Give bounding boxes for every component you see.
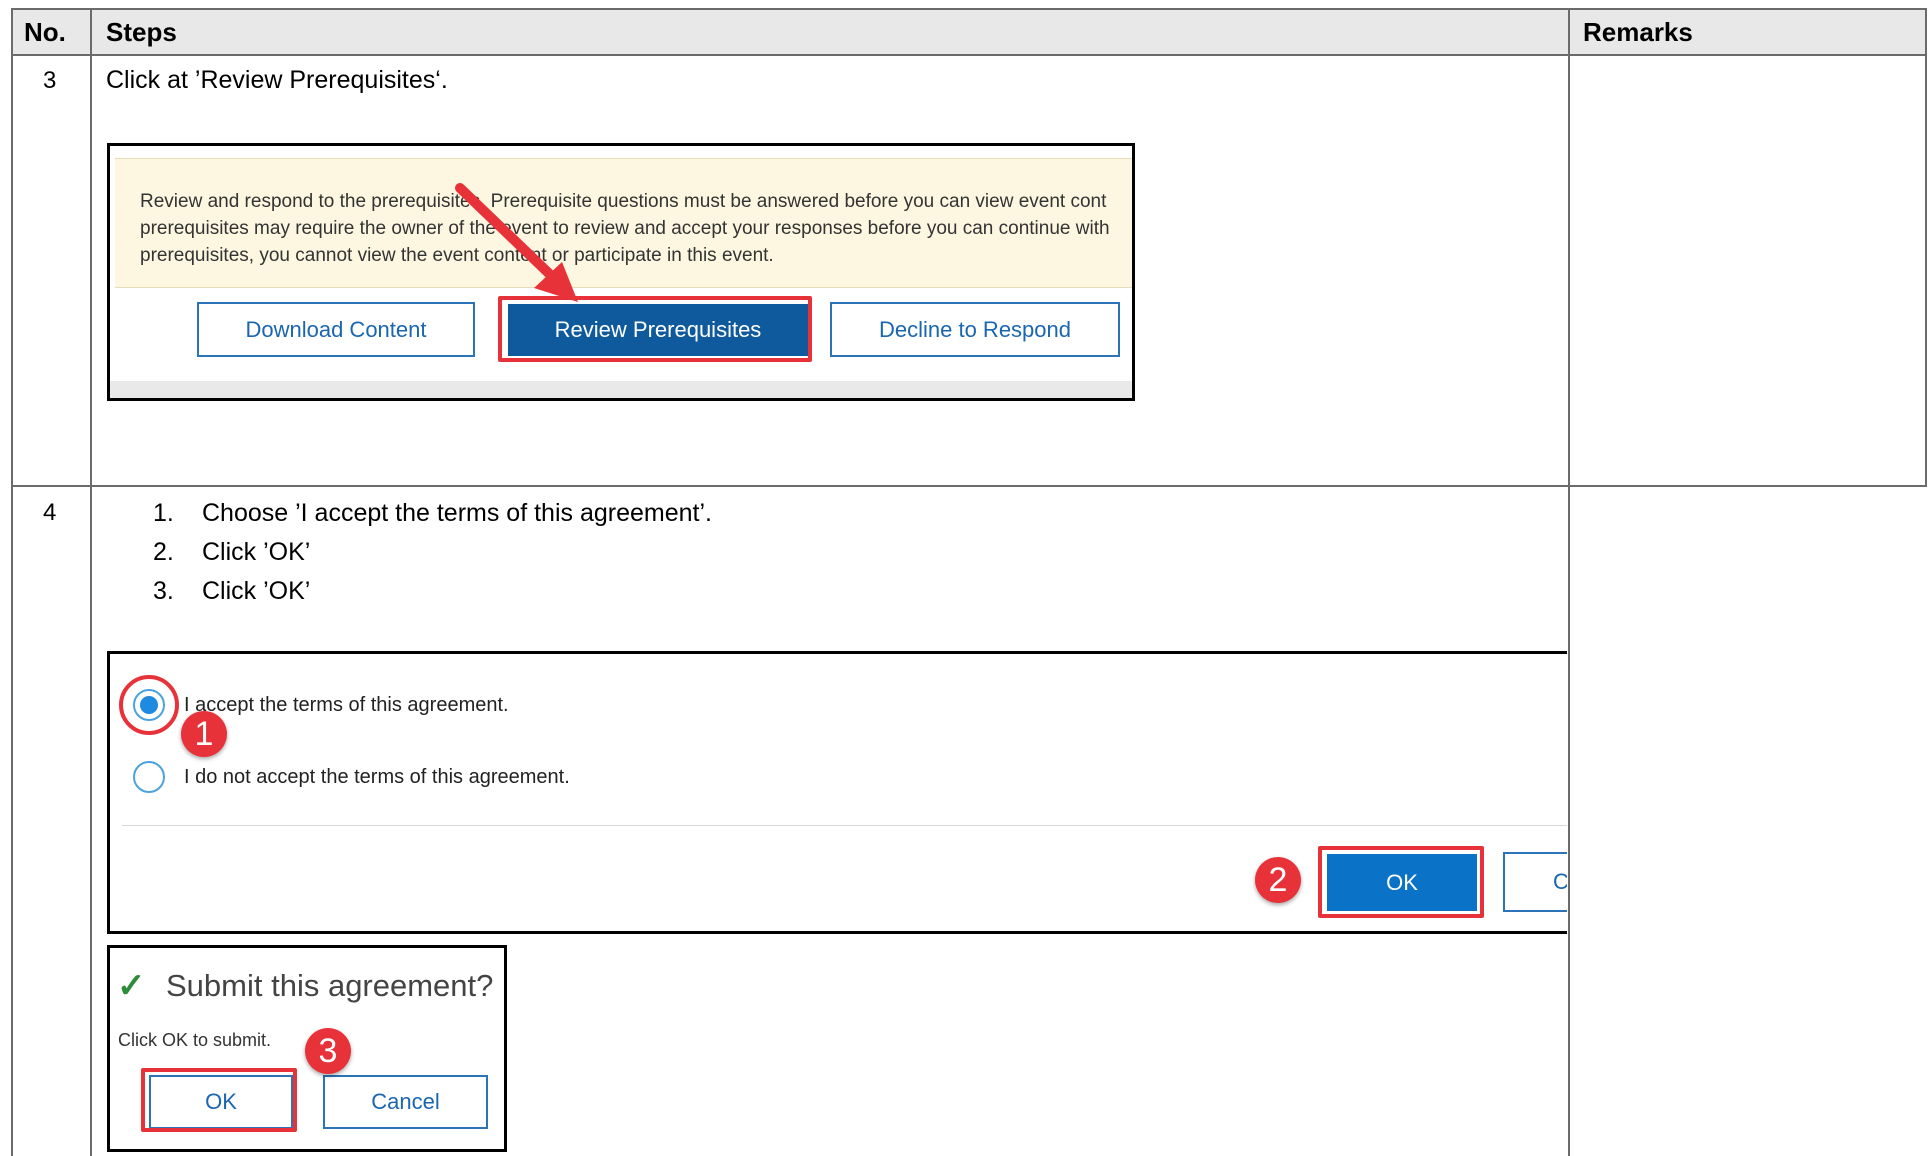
accept-radio-highlight xyxy=(119,675,179,735)
step-4-num-2: 2. xyxy=(153,538,174,566)
table-border-col2 xyxy=(1568,8,1570,1156)
table-border-top xyxy=(11,8,1927,10)
screenshot-agreement: I accept the terms of this agreement. I … xyxy=(107,651,1567,934)
step-4-num-1: 1. xyxy=(153,499,174,527)
screenshot-prerequisites: Review and respond to the prerequisites.… xyxy=(107,143,1135,401)
step-badge-3: 3 xyxy=(305,1028,351,1074)
accept-option-label: I accept the terms of this agreement. xyxy=(184,694,509,716)
table-border-row3 xyxy=(11,485,1927,487)
decline-radio[interactable] xyxy=(133,761,165,793)
decline-option-label: I do not accept the terms of this agreem… xyxy=(184,766,570,788)
agreement-divider xyxy=(122,825,1567,826)
checkmark-icon: ✓ xyxy=(117,967,146,1005)
submit-ok-highlight xyxy=(141,1068,297,1132)
header-no: No. xyxy=(24,17,66,47)
arrow-icon xyxy=(455,183,578,302)
step-badge-1: 1 xyxy=(181,711,227,757)
step-4-item-1: Choose ’I accept the terms of this agree… xyxy=(202,499,712,527)
agreement-cancel-button[interactable]: Ca xyxy=(1503,852,1567,912)
agreement-ok-highlight xyxy=(1318,846,1484,918)
step-4-num-3: 3. xyxy=(153,577,174,605)
row-number-4: 4 xyxy=(43,499,57,526)
table-border-header xyxy=(11,54,1927,56)
screenshot-submit-dialog: ✓ Submit this agreement? Click OK to sub… xyxy=(107,945,507,1152)
step-3-instruction: Click at ’Review Prerequisites‘. xyxy=(106,66,448,94)
submit-dialog-title: Submit this agreement? xyxy=(166,968,494,1003)
document-page: No. Steps Remarks 3 Click at ’Review Pre… xyxy=(0,0,1931,1156)
table-border-right xyxy=(1925,8,1927,486)
table-border-left xyxy=(11,8,13,1156)
header-remarks: Remarks xyxy=(1583,17,1693,47)
step-4-item-3: Click ’OK’ xyxy=(202,577,311,605)
step-badge-2: 2 xyxy=(1255,857,1301,903)
submit-dialog-subtitle: Click OK to submit. xyxy=(118,1030,272,1050)
header-steps: Steps xyxy=(106,17,177,47)
submit-cancel-button[interactable]: Cancel xyxy=(323,1075,488,1129)
row-number-3: 3 xyxy=(43,67,57,94)
step-4-item-2: Click ’OK’ xyxy=(202,538,311,566)
table-border-col1 xyxy=(90,8,92,1156)
